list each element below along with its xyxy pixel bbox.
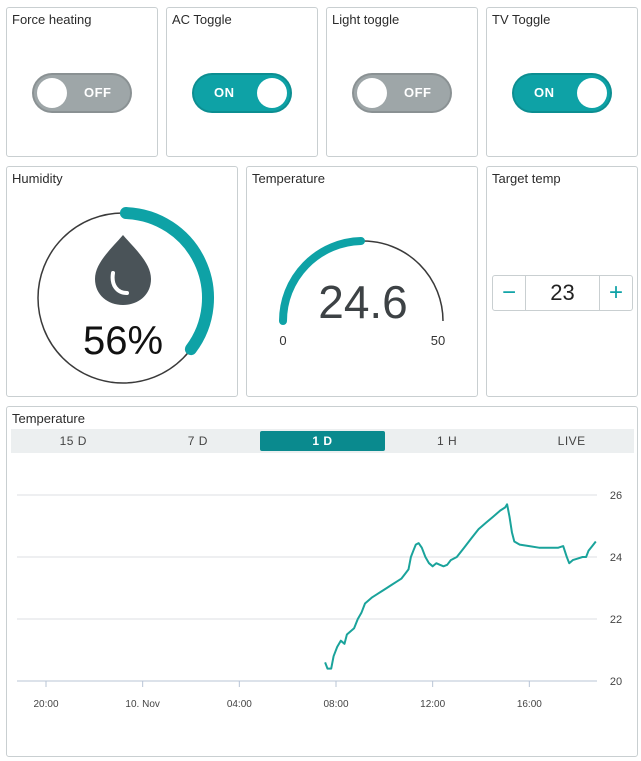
card-title: AC Toggle [172,12,232,27]
card-title: Target temp [492,171,561,186]
y-tick-label: 24 [610,552,622,564]
increment-button[interactable]: + [600,276,632,310]
y-tick-label: 22 [610,614,622,626]
toggle-card-tv: TV Toggle ON [486,7,638,157]
target-temp-value[interactable]: 23 [525,276,600,310]
x-tick-label: 08:00 [323,699,348,710]
temperature-value: 24.6 [318,276,408,328]
toggle-knob [357,78,387,108]
toggle-state-label: ON [214,85,235,100]
card-title: TV Toggle [492,12,551,27]
y-tick-label: 20 [610,676,622,688]
decrement-button[interactable]: − [493,276,525,310]
water-drop-icon [95,235,151,305]
toggle-card-ac: AC Toggle ON [166,7,318,157]
toggle-knob [257,78,287,108]
temperature-chart-card: Temperature 15 D 7 D 1 D 1 H LIVE 20 22 24… [6,406,638,757]
temperature-max-label: 50 [431,333,445,348]
x-tick-label: 20:00 [33,699,58,710]
toggle-card-light: Light toggle OFF [326,7,478,157]
toggle-state-label: OFF [404,85,432,100]
x-tick-label: 12:00 [420,699,445,710]
card-title: Force heating [12,12,92,27]
tab-1h[interactable]: 1 H [385,429,510,453]
target-temp-card: Target temp − 23 + [486,166,638,397]
card-title: Temperature [12,411,85,426]
temperature-min-label: 0 [279,333,286,348]
tv-toggle[interactable]: ON [512,73,612,113]
temperature-gauge-card: Temperature 24.6 0 50 [246,166,478,397]
tab-1d[interactable]: 1 D [260,431,385,451]
card-title: Light toggle [332,12,400,27]
tab-15d[interactable]: 15 D [11,429,136,453]
ac-toggle[interactable]: ON [192,73,292,113]
tab-7d[interactable]: 7 D [136,429,261,453]
temperature-line-chart: 20 22 24 26 20:00 10. Nov 04:00 08:00 12:00 16:00 [17,490,622,710]
humidity-value: 56% [83,319,163,363]
toggle-card-force-heating: Force heating OFF [6,7,158,157]
humidity-gauge: 56% [37,207,214,384]
y-tick-label: 26 [610,490,622,502]
series-line [324,503,597,670]
x-tick-label: 10. Nov [125,699,159,710]
target-temp-stepper: − 23 + [492,275,633,311]
x-tick-label: 04:00 [227,699,252,710]
humidity-card: Humidity 56% [6,166,238,397]
time-range-tabs: 15 D 7 D 1 D 1 H LIVE [11,429,634,453]
toggle-knob [37,78,67,108]
light-toggle[interactable]: OFF [352,73,452,113]
tab-live[interactable]: LIVE [509,429,634,453]
x-tick-label: 16:00 [517,699,542,710]
toggle-state-label: OFF [84,85,112,100]
temperature-gauge: 24.6 0 50 [279,237,445,348]
force-heating-toggle[interactable]: OFF [32,73,132,113]
toggle-knob [577,78,607,108]
toggle-state-label: ON [534,85,555,100]
